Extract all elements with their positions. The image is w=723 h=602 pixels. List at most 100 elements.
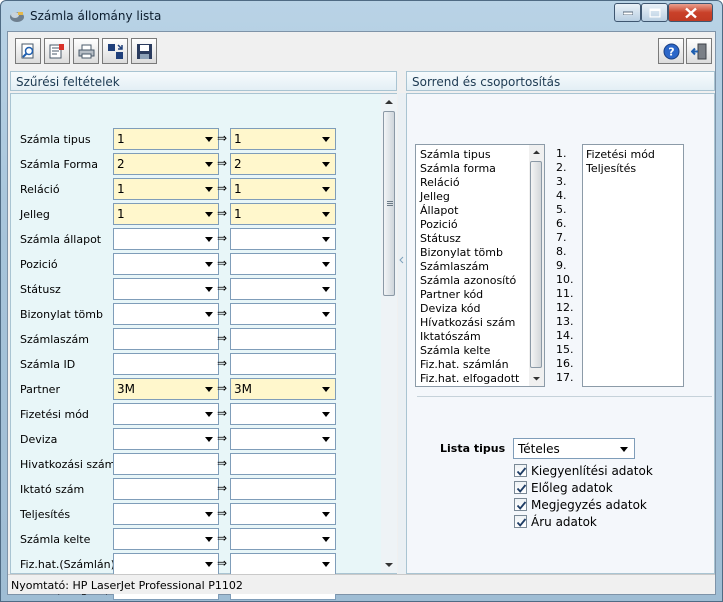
export-button[interactable] [102, 38, 128, 64]
filter-to-select[interactable]: 2 [230, 153, 336, 175]
list-item[interactable]: Fizetési mód [586, 148, 655, 161]
list-item[interactable]: Fiz.hat. számlán [420, 358, 509, 371]
selected-sort-list[interactable]: Fizetési mód Teljesítés [582, 144, 684, 387]
filter-to-select[interactable]: 1 [230, 203, 336, 225]
chevron-down-icon[interactable] [205, 312, 213, 317]
chevron-down-icon[interactable] [205, 212, 213, 217]
filter-to-input[interactable] [230, 328, 336, 350]
filter-to-select[interactable]: 1 [230, 178, 336, 200]
chevron-down-icon[interactable] [205, 137, 213, 142]
filter-from-select[interactable] [113, 303, 219, 325]
list-item[interactable]: Számla azonosító [420, 274, 516, 287]
filter-to-select[interactable] [230, 503, 336, 525]
chevron-down-icon[interactable] [205, 537, 213, 542]
filter-from-select[interactable]: 2 [113, 153, 219, 175]
chevron-down-icon[interactable] [205, 162, 213, 167]
chevron-down-icon[interactable] [322, 437, 330, 442]
chevron-down-icon[interactable] [322, 387, 330, 392]
sort-field-list[interactable]: Számla tipus Számla forma Reláció Jelleg Áll… [415, 144, 545, 387]
chevron-down-icon[interactable] [205, 562, 213, 567]
filter-to-select[interactable] [230, 253, 336, 275]
list-item[interactable]: Partner kód [420, 288, 483, 301]
list-item[interactable]: Állapot [420, 204, 458, 217]
filter-from-select[interactable] [113, 503, 219, 525]
chevron-down-icon[interactable] [322, 262, 330, 267]
chevron-down-icon[interactable] [322, 212, 330, 217]
filter-from-select[interactable] [113, 403, 219, 425]
chevron-down-icon[interactable] [205, 512, 213, 517]
preview-button[interactable] [15, 38, 41, 64]
chevron-down-icon[interactable] [322, 562, 330, 567]
list-item[interactable]: Bizonylat tömb [420, 246, 503, 259]
chevron-down-icon[interactable] [322, 287, 330, 292]
scroll-down-icon[interactable] [381, 557, 397, 573]
list-item[interactable]: Reláció [420, 176, 460, 189]
list-item[interactable]: Számlaszám [420, 260, 489, 273]
chevron-down-icon[interactable] [205, 437, 213, 442]
list-item[interactable]: Iktatószám [420, 330, 481, 343]
list-item[interactable]: Deviza kód [420, 302, 481, 315]
panel-splitter[interactable] [398, 93, 406, 574]
list-item[interactable]: Számla forma [420, 162, 496, 175]
list-item[interactable]: Jelleg [420, 190, 450, 203]
checkbox[interactable]: Áru adatok [514, 514, 714, 530]
chevron-down-icon[interactable] [205, 262, 213, 267]
filter-to-select[interactable] [230, 553, 336, 575]
filter-scrollbar[interactable] [381, 94, 397, 573]
scroll-up-icon[interactable] [529, 145, 544, 160]
chevron-down-icon[interactable] [205, 187, 213, 192]
save-button[interactable] [131, 38, 157, 64]
chevron-down-icon[interactable] [322, 537, 330, 542]
filter-from-input[interactable] [113, 328, 219, 350]
list-item[interactable]: Teljesítés [586, 162, 636, 175]
filter-from-select[interactable]: 1 [113, 178, 219, 200]
report-button[interactable] [44, 38, 70, 64]
checkbox[interactable]: Kiegyenlítési adatok [514, 463, 714, 479]
checkbox[interactable]: Előleg adatok [514, 480, 714, 496]
filter-to-select[interactable] [230, 278, 336, 300]
filter-to-select[interactable] [230, 528, 336, 550]
list-item[interactable]: Hívatkozási szám [420, 316, 515, 329]
list-item[interactable]: Pozició [420, 218, 458, 231]
chevron-down-icon[interactable] [322, 187, 330, 192]
checkbox-box[interactable] [514, 498, 527, 511]
filter-from-input[interactable] [113, 453, 219, 475]
field-list-scrollbar[interactable] [529, 145, 544, 386]
filter-to-select[interactable]: 1 [230, 128, 336, 150]
scroll-thumb[interactable] [383, 111, 395, 296]
chevron-down-icon[interactable] [322, 312, 330, 317]
filter-from-select[interactable] [113, 278, 219, 300]
chevron-down-icon[interactable] [205, 387, 213, 392]
list-item[interactable]: Számla tipus [420, 148, 491, 161]
list-item[interactable]: Státusz [420, 232, 461, 245]
list-item[interactable]: Fiz.hat. elfogadott [420, 372, 519, 385]
filter-to-select[interactable] [230, 428, 336, 450]
filter-to-input[interactable] [230, 453, 336, 475]
lista-tipus-select[interactable]: Tételes [513, 438, 635, 459]
checkbox-box[interactable] [514, 481, 527, 494]
filter-to-input[interactable] [230, 353, 336, 375]
close-button[interactable] [668, 3, 713, 22]
checkbox-box[interactable] [514, 515, 527, 528]
chevron-down-icon[interactable] [205, 287, 213, 292]
chevron-down-icon[interactable] [205, 237, 213, 242]
filter-to-select[interactable] [230, 403, 336, 425]
checkbox-box[interactable] [514, 464, 527, 477]
filter-from-input[interactable] [113, 478, 219, 500]
checkbox[interactable]: Megjegyzés adatok [514, 497, 714, 513]
filter-from-select[interactable]: 1 [113, 128, 219, 150]
chevron-down-icon[interactable] [205, 412, 213, 417]
field-list-thumb[interactable] [530, 161, 542, 368]
chevron-down-icon[interactable] [322, 412, 330, 417]
scroll-up-icon[interactable] [381, 94, 397, 110]
filter-from-select[interactable]: 1 [113, 203, 219, 225]
maximize-button[interactable] [641, 3, 668, 22]
filter-to-select[interactable] [230, 228, 336, 250]
filter-from-select[interactable] [113, 528, 219, 550]
exit-button[interactable] [686, 38, 712, 64]
chevron-down-icon[interactable] [322, 512, 330, 517]
filter-to-input[interactable] [230, 478, 336, 500]
minimize-button[interactable] [614, 3, 641, 22]
list-item[interactable]: Számla kelte [420, 344, 490, 357]
title-bar[interactable]: Számla állomány lista [1, 1, 722, 31]
